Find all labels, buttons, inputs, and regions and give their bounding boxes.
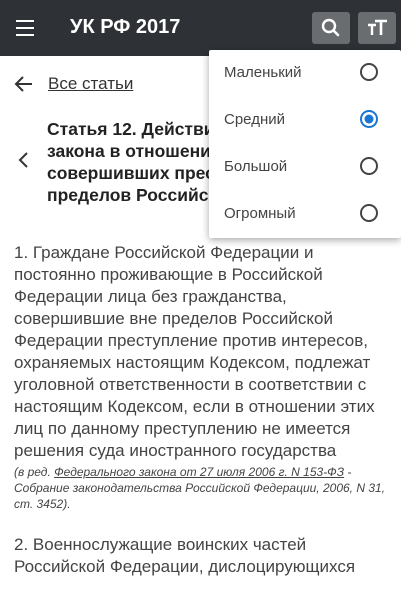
text-size-option-large[interactable]: Большой	[209, 144, 401, 191]
amendment-note: (в ред. Федерального закона от 27 июля 2…	[14, 464, 392, 512]
app-bar: УК РФ 2017	[0, 0, 401, 56]
ref-prefix: (в ред.	[14, 465, 55, 479]
radio-checked-icon[interactable]	[359, 109, 379, 129]
app-title: УК РФ 2017	[70, 16, 181, 38]
text-size-icon	[368, 19, 387, 35]
hamburger-icon[interactable]	[14, 17, 36, 39]
federal-law-link[interactable]: Федерального закона от 27 июля 2006 г. N…	[54, 465, 344, 479]
all-articles-link[interactable]: Все статьи	[48, 74, 133, 94]
text-size-option-huge[interactable]: Огромный	[209, 191, 401, 238]
search-button[interactable]	[312, 12, 350, 44]
option-label: Маленький	[224, 64, 302, 81]
search-icon	[321, 18, 340, 37]
radio-unchecked-icon[interactable]	[359, 156, 379, 176]
paragraph-2: 2. Военнослужащие воинских частей Россий…	[14, 535, 356, 576]
text-size-menu: Маленький Средний Большой Огромный	[209, 50, 401, 238]
radio-unchecked-icon[interactable]	[359, 203, 379, 223]
option-label: Средний	[224, 111, 285, 128]
text-size-button[interactable]	[358, 12, 396, 44]
option-label: Огромный	[224, 205, 296, 222]
article-content: 1. Граждане Российской Федерации и посто…	[14, 242, 392, 578]
radio-unchecked-icon[interactable]	[359, 62, 379, 82]
option-label: Большой	[224, 158, 288, 175]
text-size-option-small[interactable]: Маленький	[209, 50, 401, 97]
arrow-left-icon[interactable]	[14, 74, 34, 94]
chevron-left-icon[interactable]	[16, 150, 30, 170]
text-size-option-medium[interactable]: Средний	[209, 97, 401, 144]
paragraph-1: 1. Граждане Российской Федерации и посто…	[14, 243, 375, 460]
